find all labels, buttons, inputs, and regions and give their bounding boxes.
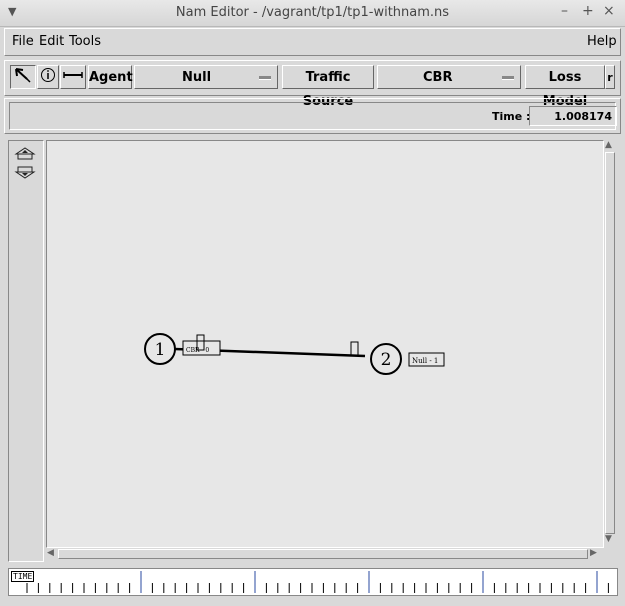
maximize-button[interactable]: + [582, 3, 594, 19]
agent-button[interactable]: Agent [88, 65, 133, 89]
time-label: Time : [492, 110, 531, 123]
menu-edit[interactable]: Edit [39, 34, 64, 49]
traffic-source-dropdown-value: CBR [423, 70, 453, 85]
scroll-left-icon[interactable]: ◀ [47, 548, 54, 558]
info-icon [41, 68, 55, 82]
time-bar-inner: Time : 1.008174 [9, 102, 617, 130]
dropdown-indicator-icon [259, 76, 271, 80]
scroll-right-icon[interactable]: ▶ [590, 548, 597, 558]
loss-model-button[interactable]: Loss Model [525, 65, 605, 109]
null-agent-label: Null - 1 [412, 357, 438, 365]
menu-bar: File Edit Tools Help [4, 28, 621, 56]
info-tool-button[interactable] [37, 65, 59, 89]
loss-model-overflow[interactable]: r [605, 65, 615, 89]
pointer-arrow-icon [15, 68, 31, 83]
link-tool-button[interactable] [60, 65, 86, 89]
zoom-out-icon [14, 166, 36, 179]
menu-file[interactable]: File [12, 34, 34, 49]
zoom-in-button[interactable] [13, 145, 37, 163]
zoom-out-button[interactable] [13, 165, 37, 183]
node-2-label: 2 [381, 350, 392, 370]
toolbar: Agent Null Traffic Source CBR Loss Model… [4, 60, 621, 109]
window-title: Nam Editor - /vagrant/tp1/tp1-withnam.ns [175, 5, 450, 20]
traffic-source-button[interactable]: Traffic Source [282, 65, 374, 109]
close-button[interactable]: × [603, 3, 615, 19]
zoom-in-icon [14, 147, 36, 160]
scroll-up-icon[interactable]: ▲ [605, 140, 612, 150]
select-tool-button[interactable] [10, 65, 36, 89]
node-1-label: 1 [155, 340, 166, 360]
vertical-scrollbar[interactable]: ▲ ▼ [604, 140, 616, 546]
horizontal-scroll-thumb[interactable] [58, 549, 588, 559]
agent-dropdown[interactable]: Null [134, 65, 278, 89]
scroll-down-icon[interactable]: ▼ [605, 534, 612, 544]
traffic-source-dropdown[interactable]: CBR [377, 65, 521, 89]
sink-attach-box[interactable] [350, 341, 359, 357]
minimize-button[interactable]: – [561, 3, 568, 19]
time-bar: Time : 1.008174 [4, 98, 621, 134]
dropdown-indicator-icon [502, 76, 514, 80]
timeline-slider[interactable]: TIME [8, 568, 618, 596]
timeline-ticks [26, 571, 609, 593]
menu-help[interactable]: Help [587, 34, 617, 49]
topology-drawing: 1 2 CBR - 0 Null - 1 [144, 333, 445, 375]
vertical-scroll-thumb[interactable] [605, 152, 615, 534]
link-tool-icon [63, 72, 83, 78]
horizontal-scrollbar[interactable]: ◀ ▶ [46, 548, 602, 560]
zoom-panel [8, 140, 44, 562]
network-canvas[interactable]: 1 2 CBR - 0 Null - 1 [46, 140, 604, 548]
menu-tools[interactable]: Tools [69, 34, 101, 49]
time-value: 1.008174 [529, 106, 617, 126]
title-bar: ▼ Nam Editor - /vagrant/tp1/tp1-withnam.… [0, 0, 625, 27]
agent-dropdown-value: Null [182, 70, 212, 85]
